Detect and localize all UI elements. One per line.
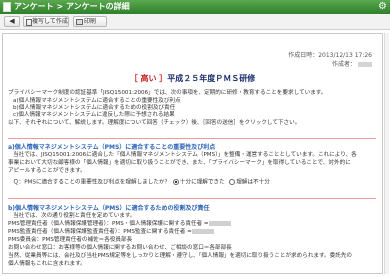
printer-icon bbox=[76, 19, 83, 25]
radio-understood-label: 十分に理解できた bbox=[179, 179, 225, 186]
copy-create-label: 複写して作成 bbox=[32, 18, 68, 25]
print-label: 印刷 bbox=[84, 18, 97, 25]
radio-not-understood[interactable] bbox=[229, 179, 236, 185]
author: 作成者： bbox=[332, 59, 372, 68]
redacted-name bbox=[208, 221, 231, 226]
survey-detail-panel: 作成日時：2013/12/13 17:26 作成者： ［ 高い ］平成２５年度Ｐ… bbox=[2, 33, 383, 274]
section-a-text: 事業において大切な顧客様の「個人情報」を適切に取り扱うことができ、また、「プライ… bbox=[8, 160, 351, 166]
print-button[interactable]: 印刷 bbox=[73, 16, 107, 27]
section-b-text: お問い合わせ窓口：お客様等の個人情報に関するお問い合わせ、ご相談の窓口＝各部部長 bbox=[8, 245, 232, 251]
intro-item-c: c)個人情報マネジメントシステムに違反した際に予想される結果 bbox=[13, 112, 175, 118]
section-b-text: 当然、従業員等には、会社及び当社PMS規定等をしっかりと理解・遵守し、「個人情報… bbox=[8, 253, 353, 259]
priority-label: ［ 高い ］ bbox=[129, 74, 168, 83]
intro-item-a: a)個人情報マネジメントシステムに適合することの重要性及び利点 bbox=[13, 98, 181, 104]
radio-understood[interactable] bbox=[172, 179, 179, 185]
section-b-text: PMS委員会：PMS管理責任者の補佐＝各役員部長 bbox=[8, 237, 133, 243]
section-a-text: 当社では、JISQ15001:2006に適合した「個人情報マネジメントシステム（… bbox=[13, 152, 357, 158]
author-name-redacted bbox=[358, 62, 372, 67]
radio-not-understood-label: 理解は不十分 bbox=[236, 179, 270, 186]
section-divider bbox=[8, 138, 376, 139]
document-icon bbox=[3, 2, 11, 12]
section-b-text: 当社では、次の通り役割と責任を定めています。 bbox=[13, 213, 136, 219]
author-label: 作成者： bbox=[331, 61, 356, 68]
question-a-text: Ｑ：PMSに適合することの重要性及び利点を理解しましたか？ bbox=[13, 179, 171, 186]
section-a-text: アピールすることができます。 bbox=[8, 168, 86, 174]
copy-create-button[interactable]: 複写して作成 bbox=[23, 16, 69, 27]
section-a-heading: a)個人情報マネジメントシステム（PMS）に適合することの重要性及び利点 bbox=[8, 144, 216, 151]
back-button[interactable]: ◀ bbox=[4, 16, 20, 27]
copy-icon bbox=[26, 19, 32, 26]
survey-name: 平成２５年度ＰＭＳ研修 bbox=[167, 74, 256, 83]
survey-title: ［ 高い ］平成２５年度ＰＭＳ研修 bbox=[3, 73, 382, 84]
pms-auditor-line: PMS監査責任者（個人情報保護監査責任者）：PMS監査に関する責任者 = bbox=[8, 229, 192, 235]
title-bar: アンケート > アンケートの詳細 ⚙ bbox=[0, 0, 390, 14]
intro-item-b: b)個人情報マネジメントシステムに適合するための役割及び責任 bbox=[13, 105, 176, 111]
intro-instruction: 以下、それぞれについて、解説します。理解度について回答（チェック）後、［回答の送… bbox=[8, 120, 301, 126]
intro-line: プライバシーマーク制度の認証基準「JISQ15001:2006」では、次の事項を… bbox=[8, 90, 327, 96]
pms-manager-line: PMS管理責任者（個人情報保護管理者）：PMS・個人情報保護に関する責任者 = bbox=[8, 221, 209, 227]
section-b-text: 個人情報もこれに含まれます。 bbox=[8, 261, 86, 267]
toolbar: ◀ 複写して作成 印刷 bbox=[0, 14, 390, 30]
section-b-text: PMS管理責任者（個人情報保護管理者）：PMS・個人情報保護に関する責任者 = bbox=[8, 221, 231, 228]
vertical-scrollbar[interactable] bbox=[384, 33, 389, 274]
question-a: Ｑ：PMSに適合することの重要性及び利点を理解しましたか？ 十分に理解できた 理… bbox=[13, 179, 270, 187]
section-b-text: PMS監査責任者（個人情報保護監査責任者）：PMS監査に関する責任者 = bbox=[8, 229, 214, 236]
created-datetime: 作成日時：2013/12/13 17:26 bbox=[288, 52, 372, 59]
section-divider bbox=[8, 198, 376, 199]
section-b-heading: b)個人情報マネジメントシステム（PMS）に適合するための役割及び責任 bbox=[8, 205, 210, 212]
window-title: アンケート > アンケートの詳細 bbox=[14, 2, 130, 11]
gear-icon[interactable]: ⚙ bbox=[378, 0, 387, 14]
redacted-name bbox=[191, 229, 214, 234]
